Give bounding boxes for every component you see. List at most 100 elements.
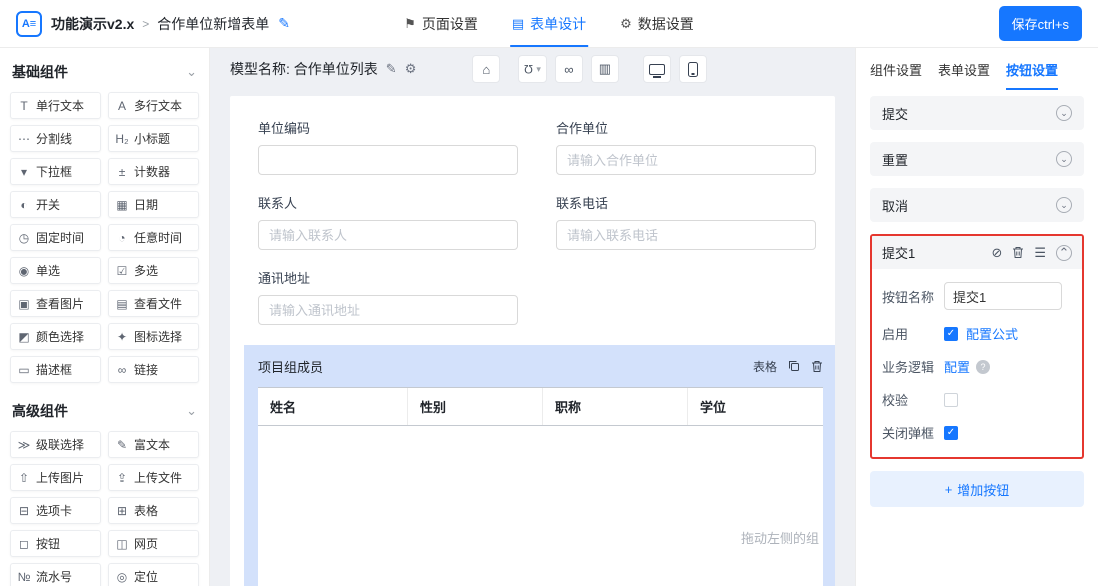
component-item[interactable]: ◉单选 (10, 257, 101, 284)
tab-component-settings[interactable]: 组件设置 (870, 48, 922, 90)
partner-input[interactable] (556, 145, 816, 175)
component-label: 网页 (134, 535, 158, 552)
component-icon: ▣ (17, 297, 31, 311)
prop-row-validate: 校验 (882, 390, 1072, 409)
component-item[interactable]: ◫网页 (108, 530, 199, 557)
save-button[interactable]: 保存ctrl+s (999, 6, 1082, 41)
component-icon: ▦ (115, 198, 129, 212)
component-item[interactable]: ▦日期 (108, 191, 199, 218)
component-item[interactable]: ▭描述框 (10, 356, 101, 383)
chevron-down-circle-icon[interactable]: ⌄ (1056, 197, 1072, 213)
button-row-reset[interactable]: 重置 ⌄ (870, 142, 1084, 176)
component-item[interactable]: ◎定位 (108, 563, 199, 586)
unit-code-input[interactable] (258, 145, 518, 175)
lock-tool-button[interactable]: ⌂ (472, 55, 500, 83)
model-edit-icon[interactable]: ✎ (386, 61, 397, 77)
submit1-body: 按钮名称 启用 ✓ 配置公式 业务逻辑 配置 ? (872, 269, 1082, 457)
button-row-label: 提交 (882, 104, 908, 123)
component-item[interactable]: H₂小标题 (108, 125, 199, 152)
component-item[interactable]: ✦图标选择 (108, 323, 199, 350)
link-icon: ∞ (564, 62, 573, 77)
component-label: 单行文本 (36, 97, 84, 114)
component-label: 查看图片 (36, 295, 84, 312)
link-tool-button[interactable]: ∞ (555, 55, 583, 83)
address-input[interactable] (258, 295, 518, 325)
button-row-submit[interactable]: 提交 ⌄ (870, 96, 1084, 130)
group-basic-components[interactable]: 基础组件 ⌄ (10, 60, 199, 92)
field-label: 联系电话 (556, 193, 816, 212)
command-tool-button[interactable]: ▥ (591, 55, 619, 83)
component-item[interactable]: ⋯分割线 (10, 125, 101, 152)
list-icon[interactable]: ☰ (1034, 245, 1046, 261)
chevron-up-circle-icon[interactable]: ⌃ (1056, 245, 1072, 261)
component-item[interactable]: T单行文本 (10, 92, 101, 119)
submit1-header[interactable]: 提交1 ⊘ ☰ ⌃ (872, 236, 1082, 269)
disable-icon[interactable]: ⊘ (991, 245, 1002, 261)
tab-data-settings[interactable]: ⚙ 数据设置 (620, 0, 694, 47)
component-label: 上传图片 (36, 469, 84, 486)
component-item[interactable]: ▾下拉框 (10, 158, 101, 185)
component-item[interactable]: ◔任意时间 (108, 224, 199, 251)
component-item[interactable]: ▤查看文件 (108, 290, 199, 317)
component-item[interactable]: №流水号 (10, 563, 101, 586)
field-label: 单位编码 (258, 118, 518, 137)
add-button-button[interactable]: + 增加按钮 (870, 471, 1084, 507)
button-row-label: 重置 (882, 150, 908, 169)
chevron-down-circle-icon[interactable]: ⌄ (1056, 105, 1072, 121)
component-item[interactable]: ⇧上传图片 (10, 464, 101, 491)
validate-checkbox[interactable] (944, 393, 958, 407)
group-advanced-components[interactable]: 高级组件 ⌄ (10, 399, 199, 431)
tab-page-settings[interactable]: ⚑ 页面设置 (404, 0, 478, 47)
tab-form-design[interactable]: ▤ 表单设计 (512, 0, 586, 47)
component-icon: ≫ (17, 438, 31, 452)
top-header: A≡ 功能演示v2.x > 合作单位新增表单 ✎ ⚑ 页面设置 ▤ 表单设计 ⚙… (0, 0, 1098, 48)
field-label: 通讯地址 (258, 268, 518, 287)
logic-config-link[interactable]: 配置 (944, 357, 970, 376)
prop-row-business-logic: 业务逻辑 配置 ? (882, 357, 1072, 376)
enable-checkbox[interactable]: ✓ (944, 327, 958, 341)
component-item[interactable]: ☑多选 (108, 257, 199, 284)
command-icon: ▥ (599, 61, 611, 77)
chevron-down-icon: ▾ (536, 64, 541, 75)
component-item[interactable]: ⊞表格 (108, 497, 199, 524)
magnet-tool-button[interactable]: Ω▾ (518, 55, 547, 83)
component-item[interactable]: ±计数器 (108, 158, 199, 185)
form-design-card: 单位编码 合作单位 联系人 联系电话 (230, 96, 835, 586)
trash-icon[interactable] (1012, 246, 1024, 259)
field-label: 联系人 (258, 193, 518, 212)
member-table-body[interactable]: 拖动左侧的组 (258, 426, 823, 586)
component-item[interactable]: ⇪上传文件 (108, 464, 199, 491)
table-component-block[interactable]: 项目组成员 表格 姓名 (244, 345, 835, 586)
mobile-view-button[interactable] (679, 55, 707, 83)
component-label: 流水号 (36, 568, 72, 585)
component-item[interactable]: ◷固定时间 (10, 224, 101, 251)
component-item[interactable]: ≫级联选择 (10, 431, 101, 458)
copy-icon[interactable] (788, 360, 800, 372)
model-settings-icon[interactable]: ⚙ (405, 61, 417, 77)
component-item[interactable]: A多行文本 (108, 92, 199, 119)
component-item[interactable]: ⊟选项卡 (10, 497, 101, 524)
phone-input[interactable] (556, 220, 816, 250)
component-item[interactable]: ✎富文本 (108, 431, 199, 458)
component-item[interactable]: ▣ 查看图片 (10, 290, 101, 317)
trash-icon[interactable] (811, 360, 823, 373)
question-circle-icon[interactable]: ? (976, 360, 990, 374)
component-item[interactable]: ◐开关 (10, 191, 101, 218)
close-dialog-checkbox[interactable]: ✓ (944, 426, 958, 440)
component-item[interactable]: ◻按钮 (10, 530, 101, 557)
component-item[interactable]: ◩颜色选择 (10, 323, 101, 350)
header-tab-bar: ⚑ 页面设置 ▤ 表单设计 ⚙ 数据设置 (404, 0, 694, 47)
desktop-view-button[interactable] (643, 55, 671, 83)
contact-input[interactable] (258, 220, 518, 250)
prop-row-button-name: 按钮名称 (882, 282, 1072, 310)
tab-button-settings[interactable]: 按钮设置 (1006, 48, 1058, 90)
page-title-edit-icon[interactable]: ✎ (278, 15, 290, 32)
component-icon: H₂ (115, 132, 129, 146)
formula-config-link[interactable]: 配置公式 (966, 324, 1018, 343)
chevron-down-circle-icon[interactable]: ⌄ (1056, 151, 1072, 167)
button-name-input[interactable] (944, 282, 1062, 310)
button-row-cancel[interactable]: 取消 ⌄ (870, 188, 1084, 222)
component-item[interactable]: ∞链接 (108, 356, 199, 383)
tab-form-settings[interactable]: 表单设置 (938, 48, 990, 90)
bookmark-icon: ⚑ (404, 16, 416, 32)
